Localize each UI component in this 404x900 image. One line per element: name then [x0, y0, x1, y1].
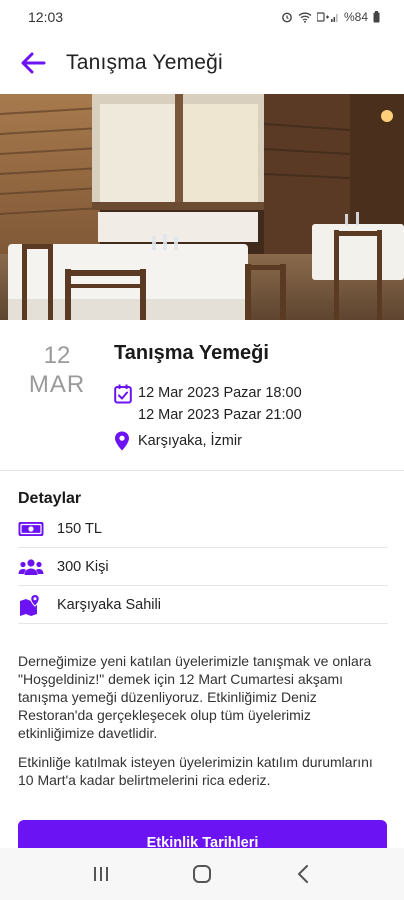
details-heading: Detaylar	[18, 490, 82, 507]
detail-price: 150 TL	[18, 510, 388, 548]
event-description: Derneğimize yeni katılan üyelerimizle ta…	[18, 652, 390, 800]
calendar-check-icon	[114, 384, 132, 404]
battery-text: %84	[343, 10, 368, 24]
event-location-text: Karşıyaka, İzmir	[138, 433, 242, 449]
home-icon	[192, 865, 211, 883]
description-paragraph: Derneğimize yeni katılan üyelerimizle ta…	[18, 653, 372, 741]
detail-capacity: 300 Kişi	[18, 548, 388, 586]
arrow-left-icon	[21, 52, 46, 74]
detail-price-text: 150 TL	[57, 520, 102, 537]
event-location: Karşıyaka, İzmir	[114, 431, 242, 451]
signal-icon	[316, 12, 338, 22]
money-icon	[18, 518, 44, 540]
event-month: MAR	[28, 371, 86, 398]
alarm-icon	[282, 12, 292, 23]
event-summary: 12 MAR Tanışma Yemeği 12 Mar 2023 Pazar …	[0, 320, 404, 470]
event-hero-image	[0, 94, 404, 320]
page-title: Tanışma Yemeği	[66, 51, 223, 74]
app-bar: Tanışma Yemeği	[0, 34, 404, 92]
nav-back-icon	[298, 865, 309, 883]
event-title: Tanışma Yemeği	[114, 342, 269, 364]
battery-icon	[373, 11, 380, 23]
status-bar: 12:03 %84	[0, 0, 404, 34]
event-start-time: 12 Mar 2023 Pazar 18:00	[138, 385, 302, 401]
event-end-time: 12 Mar 2023 Pazar 21:00	[138, 407, 302, 423]
home-button[interactable]	[182, 854, 222, 894]
section-divider	[0, 470, 404, 471]
status-time: 12:03	[28, 9, 64, 25]
map-icon	[18, 593, 44, 616]
system-nav-bar	[0, 848, 404, 900]
detail-capacity-text: 300 Kişi	[57, 558, 109, 575]
wifi-icon	[298, 12, 312, 23]
event-time: 12 Mar 2023 Pazar 18:00 12 Mar 2023 Paza…	[114, 382, 302, 426]
event-date-badge: 12 MAR	[22, 342, 92, 400]
status-icons: %84	[281, 10, 380, 24]
recents-button[interactable]	[81, 854, 121, 894]
back-button[interactable]	[18, 48, 48, 78]
detail-venue-text: Karşıyaka Sahili	[57, 596, 161, 613]
location-pin-icon	[115, 431, 129, 451]
description-paragraph: Etkinliğe katılmak isteyen üyelerimizin …	[18, 754, 373, 788]
people-icon	[18, 556, 44, 578]
event-day: 12	[43, 342, 71, 369]
detail-venue: Karşıyaka Sahili	[18, 586, 388, 624]
recents-icon	[93, 867, 108, 881]
nav-back-button[interactable]	[283, 854, 323, 894]
